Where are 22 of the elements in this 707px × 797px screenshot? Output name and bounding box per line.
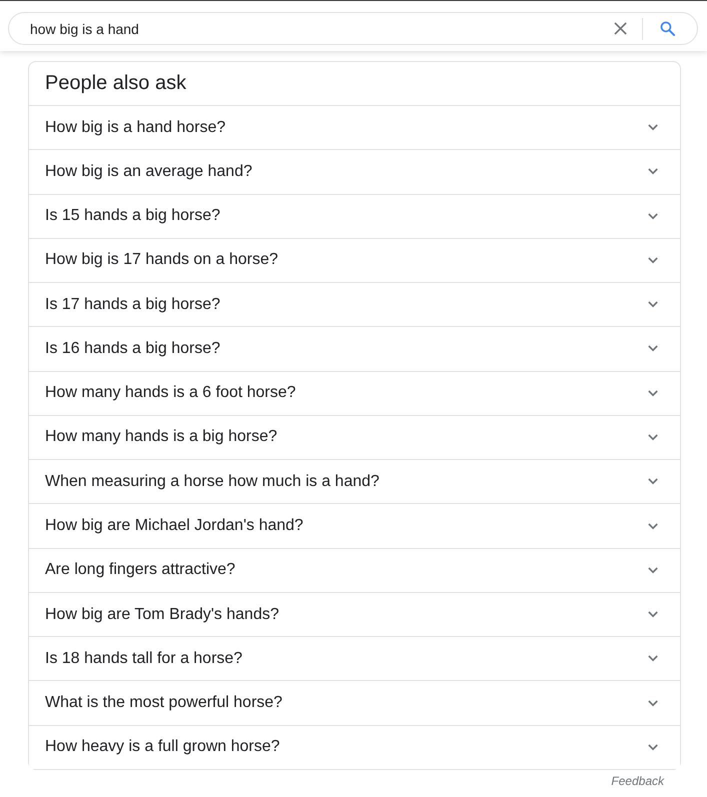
chevron-down-icon (648, 744, 658, 751)
chevron-down-icon (648, 256, 658, 264)
search-input[interactable]: how big is a hand (30, 18, 610, 38)
chevron-down-icon (648, 566, 658, 574)
chevron-down-icon (648, 655, 658, 662)
chevron-down-icon (648, 611, 658, 618)
search-icon (660, 21, 674, 36)
search-field[interactable]: how big is a hand (8, 12, 698, 45)
chevron-down-icon (648, 434, 658, 441)
chevron-down-icon (648, 168, 658, 176)
chevron-down-icon (648, 478, 658, 486)
section-title: People also ask (44, 71, 188, 96)
chevron-down-icon (648, 345, 658, 352)
question-row[interactable]: How heavy is a full grown horse? (29, 724, 680, 769)
chevron-down-icon (648, 700, 658, 707)
chevron-down-icon (648, 390, 658, 397)
chevron-down-icon (648, 124, 658, 132)
chevron-down-icon (648, 301, 658, 308)
chevron-down-icon (648, 522, 658, 530)
chevron-down-icon (648, 212, 658, 220)
feedback-link[interactable]: Feedback (611, 774, 664, 789)
close-icon (614, 22, 626, 35)
